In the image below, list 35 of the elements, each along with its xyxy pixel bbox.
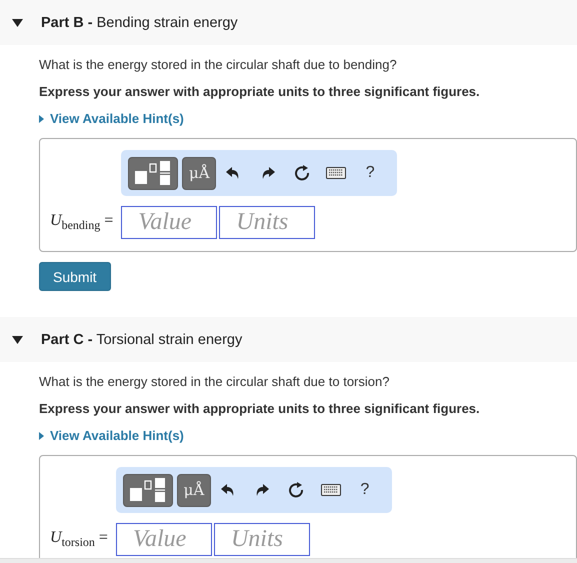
symbols-button[interactable]: μÅ	[176, 474, 211, 506]
part-header[interactable]: Part C - Torsional strain energy	[0, 317, 577, 362]
help-button[interactable]: ?	[348, 481, 382, 499]
question-text: What is the energy stored in the circular shaft due to bending?	[39, 57, 398, 72]
part-title: Part C - Torsional strain energy	[41, 332, 242, 348]
caret-right-icon	[39, 432, 44, 440]
redo-icon[interactable]	[255, 483, 270, 497]
undo-icon[interactable]	[226, 166, 240, 180]
variable-label: U$_{torsion}$ =	[50, 528, 108, 550]
hint-link[interactable]: View Available Hint(s)	[39, 428, 577, 443]
help-button[interactable]: ?	[353, 164, 388, 182]
units-field[interactable]: Units	[219, 206, 316, 239]
reset-icon[interactable]	[294, 165, 310, 181]
templates-button[interactable]	[128, 156, 178, 190]
instruction-text: Express your answer with appropriate units to three significant figures.	[39, 84, 481, 99]
value-field[interactable]: Value	[121, 206, 218, 239]
caret-right-icon	[39, 114, 44, 122]
question-text: What is the energy stored in the circular shaft due to torsion?	[39, 374, 390, 389]
units-field[interactable]: Units	[214, 523, 310, 556]
templates-button[interactable]	[122, 474, 173, 506]
keyboard-icon[interactable]	[320, 484, 341, 496]
keyboard-icon[interactable]	[326, 167, 346, 179]
instruction-text: Express your answer with appropriate units to three significant figures.	[39, 401, 481, 416]
hint-link[interactable]: View Available Hint(s)	[39, 111, 577, 126]
caret-down-icon[interactable]	[12, 18, 23, 26]
submit-button[interactable]: Submit	[39, 262, 111, 291]
part-header[interactable]: Part B - Bending strain energy	[0, 0, 577, 45]
part-title: Part B - Bending strain energy	[41, 14, 238, 30]
caret-down-icon[interactable]	[12, 336, 23, 344]
undo-icon[interactable]	[221, 483, 236, 497]
redo-icon[interactable]	[260, 166, 275, 180]
variable-label: U$_{bending}$ =	[50, 212, 114, 234]
value-field[interactable]: Value	[116, 523, 212, 556]
reset-icon[interactable]	[288, 482, 304, 498]
symbols-button[interactable]: μÅ	[182, 156, 216, 190]
